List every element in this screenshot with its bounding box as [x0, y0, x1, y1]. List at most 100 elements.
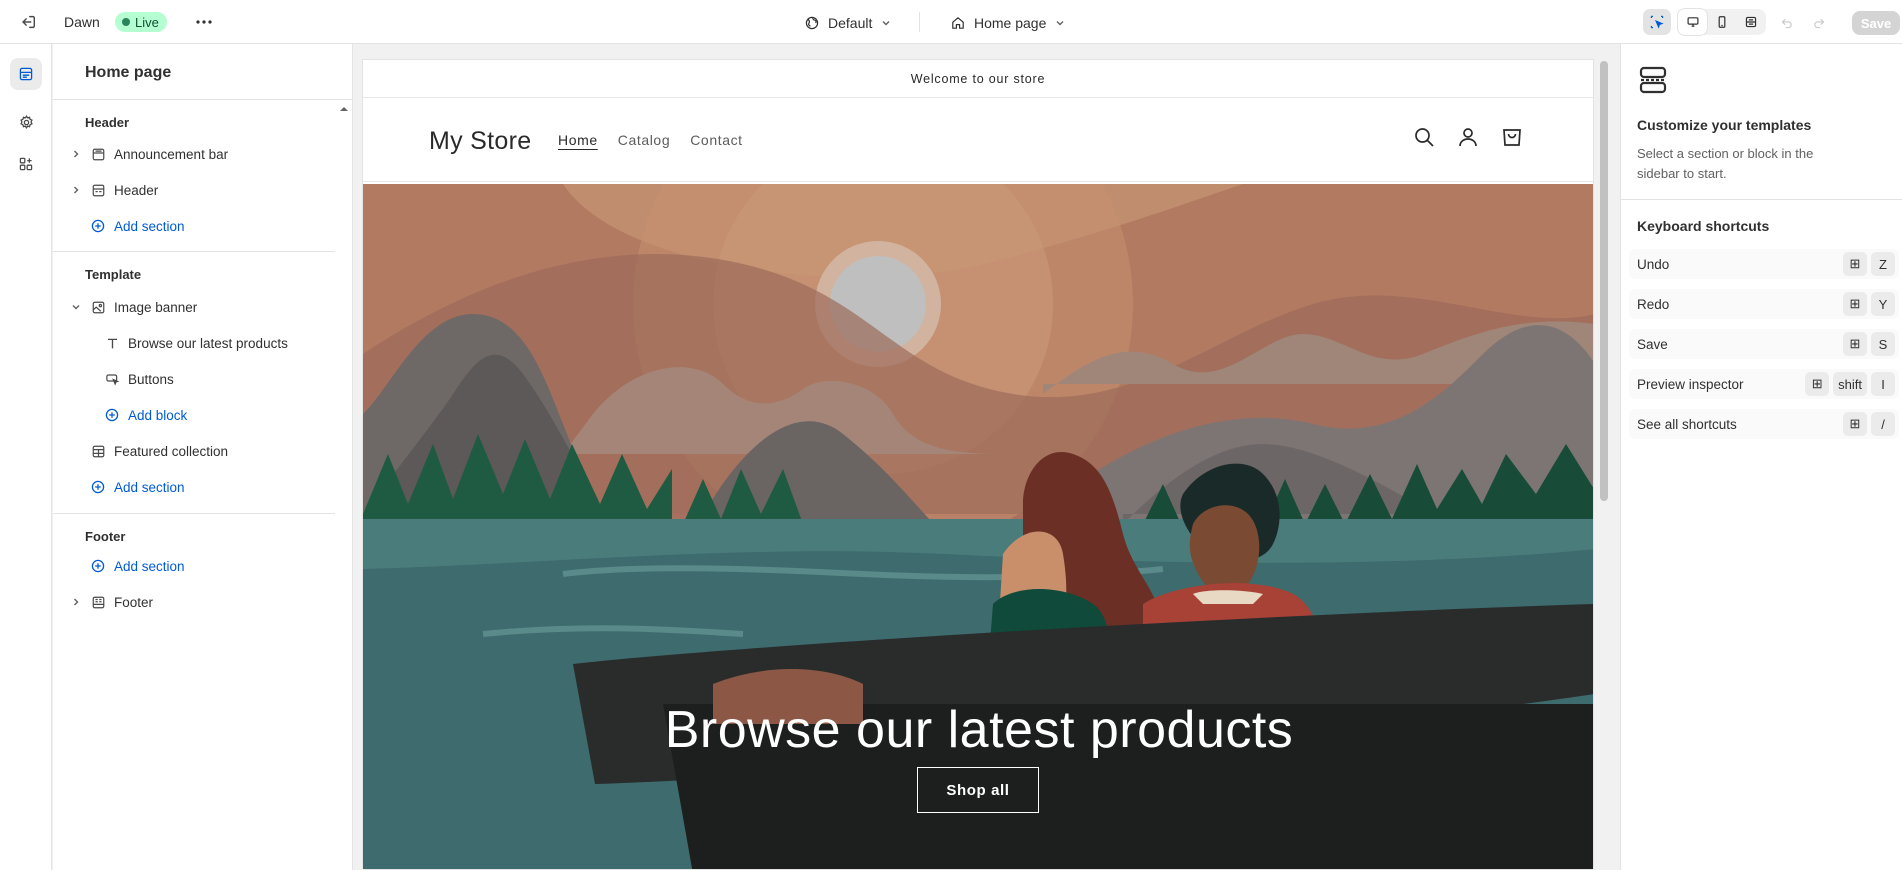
add-section-footer-button[interactable]: Add section: [63, 551, 331, 581]
page-select[interactable]: Home page: [944, 10, 1072, 36]
panel-divider: [1621, 199, 1902, 200]
desktop-icon: [1687, 17, 1698, 27]
block-buttons[interactable]: Buttons: [63, 364, 331, 394]
banner-heading[interactable]: Browse our latest products: [363, 700, 1593, 760]
theme-settings-tab[interactable]: [10, 106, 42, 138]
live-badge: Live: [115, 12, 167, 32]
sections-icon: [19, 67, 33, 81]
shortcut-key: I: [1871, 372, 1895, 396]
shortcut-key: shift: [1833, 372, 1867, 396]
apps-tab[interactable]: [10, 148, 42, 180]
inspector-toggle-button[interactable]: [1643, 9, 1671, 35]
home-icon: [952, 17, 964, 29]
shortcut-key: Y: [1871, 292, 1895, 316]
button-block-icon: [103, 370, 121, 388]
gear-icon: [19, 114, 33, 129]
add-section-template-button[interactable]: Add section: [63, 472, 331, 502]
chevron-right-icon[interactable]: [69, 149, 83, 159]
section-announcement-bar[interactable]: Announcement bar: [63, 139, 331, 169]
preview-area: Welcome to our store My Store Home Catal…: [354, 44, 1620, 870]
windows-key-icon: ⊞: [1843, 332, 1867, 356]
shortcut-key: /: [1871, 412, 1895, 436]
windows-key-icon: ⊞: [1843, 252, 1867, 276]
group-divider: [53, 251, 335, 252]
account-icon[interactable]: [1457, 126, 1479, 148]
fullscreen-view-button[interactable]: [1736, 9, 1765, 35]
undo-button[interactable]: [1776, 12, 1798, 34]
apps-icon: [19, 157, 33, 171]
section-label: Image banner: [114, 299, 198, 315]
desktop-view-button[interactable]: [1678, 9, 1707, 35]
nav-link-home[interactable]: Home: [558, 132, 598, 148]
save-button[interactable]: Save: [1852, 11, 1900, 35]
store-logo[interactable]: My Store: [429, 127, 531, 156]
group-divider: [53, 513, 335, 514]
image-banner[interactable]: Browse our latest products Shop all: [363, 60, 1593, 869]
store-nav: Home Catalog Contact: [558, 132, 743, 148]
shortcut-label: Undo: [1637, 256, 1670, 272]
undo-icon: [1781, 18, 1792, 29]
chevron-down-icon[interactable]: [69, 302, 83, 312]
preview-scrollbar[interactable]: [1597, 59, 1611, 870]
shortcut-row: Save ⊞ S: [1629, 329, 1899, 359]
section-label: Header: [114, 182, 159, 198]
shortcuts-title: Keyboard shortcuts: [1637, 218, 1770, 234]
section-header[interactable]: Header: [63, 175, 331, 205]
group-title-header: Header: [85, 115, 130, 130]
redo-icon: [1814, 18, 1825, 29]
section-image-banner[interactable]: Image banner: [63, 292, 331, 322]
plus-circle-icon: [103, 406, 121, 424]
theme-settings-label: Default: [828, 15, 873, 31]
shortcut-label: Save: [1637, 336, 1668, 352]
store-header[interactable]: My Store Home Catalog Contact: [363, 98, 1593, 182]
editor-topbar: Dawn Live Default Home page Save: [0, 0, 1902, 44]
section-footer[interactable]: Footer: [63, 587, 331, 617]
announcement-text[interactable]: Welcome to our store: [363, 60, 1593, 98]
scroll-up-icon[interactable]: [339, 104, 349, 114]
storefront-preview[interactable]: Welcome to our store My Store Home Catal…: [362, 59, 1594, 870]
block-label: Buttons: [128, 371, 174, 387]
sidebar-divider: [53, 99, 353, 100]
announcement-section-icon: [89, 145, 107, 163]
chevron-right-icon[interactable]: [69, 185, 83, 195]
shortcut-label: Preview inspector: [1637, 376, 1744, 392]
viewport-switcher: [1678, 9, 1766, 35]
section-label: Featured collection: [114, 443, 229, 459]
panel-title: Customize your templates: [1637, 117, 1812, 133]
mobile-icon: [1718, 16, 1725, 28]
editor-rail: [0, 44, 52, 870]
scrollbar-thumb[interactable]: [1600, 61, 1608, 501]
theme-settings-select[interactable]: Default: [798, 10, 898, 36]
nav-link-contact[interactable]: Contact: [690, 132, 742, 148]
exit-icon[interactable]: [16, 10, 40, 34]
theme-name: Dawn: [64, 14, 100, 30]
shortcut-key: S: [1871, 332, 1895, 356]
nav-link-catalog[interactable]: Catalog: [618, 132, 670, 148]
section-featured-collection[interactable]: Featured collection: [63, 436, 331, 466]
group-title-footer: Footer: [85, 529, 126, 544]
shortcut-row: Preview inspector ⊞ shift I: [1629, 369, 1899, 399]
chevron-right-icon[interactable]: [69, 597, 83, 607]
fullscreen-icon: [1745, 16, 1756, 28]
add-block-button[interactable]: Add block: [63, 400, 331, 430]
redo-button[interactable]: [1808, 12, 1830, 34]
windows-key-icon: ⊞: [1843, 292, 1867, 316]
plus-circle-icon: [89, 217, 107, 235]
live-dot-icon: [122, 18, 130, 26]
search-icon[interactable]: [1413, 126, 1435, 148]
add-section-label: Add section: [114, 479, 185, 495]
cart-icon[interactable]: [1501, 126, 1523, 148]
shortcut-label: Redo: [1637, 296, 1670, 312]
mobile-view-button[interactable]: [1707, 9, 1736, 35]
panel-description: Select a section or block in the sidebar…: [1637, 146, 1814, 181]
header-icons: [1413, 126, 1523, 148]
sections-tab[interactable]: [10, 58, 42, 90]
plus-circle-icon: [89, 557, 107, 575]
shop-all-button[interactable]: Shop all: [917, 767, 1039, 813]
block-heading[interactable]: Browse our latest products: [63, 328, 331, 358]
header-section-icon: [89, 181, 107, 199]
section-label: Announcement bar: [114, 146, 229, 162]
more-actions-button[interactable]: [192, 10, 216, 34]
live-badge-label: Live: [135, 14, 159, 30]
add-section-header-button[interactable]: Add section: [63, 211, 331, 241]
